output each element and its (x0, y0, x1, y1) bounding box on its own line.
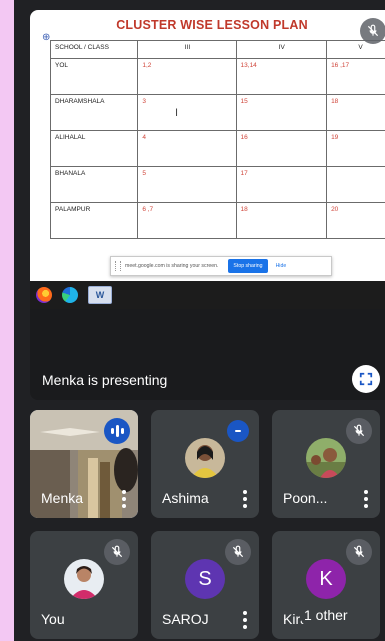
more-vert-icon[interactable] (122, 490, 126, 508)
lesson-cell: 6 ,7 (137, 202, 237, 239)
drag-grip-icon[interactable] (115, 261, 121, 271)
mic-off-icon (360, 18, 385, 44)
participant-tile-saroj[interactable]: S SAROJ (151, 531, 259, 639)
lesson-cell: 1,2 (137, 58, 237, 95)
more-vert-icon[interactable] (364, 490, 368, 508)
school-cell: DHARAMSHALA (49, 94, 139, 131)
participant-tile-menka[interactable]: Menka (30, 410, 138, 518)
text-cursor-icon: I (175, 107, 179, 119)
lesson-cell: 13,14 (235, 58, 328, 95)
lesson-cell: 5 (137, 166, 237, 203)
presenter-taskbar: W (30, 281, 385, 309)
lesson-cell: 18 (235, 202, 328, 239)
hide-button[interactable]: Hide (276, 263, 287, 269)
lesson-cell: 16 ,17 (326, 58, 385, 95)
lesson-cell: 20 (326, 202, 385, 239)
header-school-class: SCHOOL / CLASS (49, 40, 139, 59)
table-row: PALAMPUR 6 ,7 18 20 (49, 202, 385, 239)
participant-name: SAROJ (162, 611, 209, 627)
slide-title: CLUSTER WISE LESSON PLAN (116, 18, 308, 32)
other-participants-badge[interactable]: 1 other (300, 602, 354, 628)
presentation-tile[interactable]: CLUSTER WISE LESSON PLAN ⊕ SCHOOL / CLAS… (30, 10, 385, 400)
lesson-cell: 4 (137, 130, 237, 167)
participant-name: Ashima (162, 490, 209, 506)
school-cell: ALIHALAL (49, 130, 139, 167)
table-header-row: SCHOOL / CLASS III IV V (49, 40, 385, 59)
school-cell: PALAMPUR (49, 202, 139, 239)
lesson-plan-table: SCHOOL / CLASS III IV V YOL 1,2 13,14 16… (49, 40, 385, 239)
avatar (185, 438, 225, 478)
participant-name: Poon... (283, 490, 328, 506)
avatar: K (306, 559, 346, 599)
school-cell: BHANALA (49, 166, 139, 203)
header-class-iv: IV (235, 40, 328, 59)
more-vert-icon[interactable] (243, 490, 247, 508)
table-row: DHARAMSHALA 3 15 18 (49, 94, 385, 131)
speaking-indicator-icon (104, 418, 130, 444)
table-row: BHANALA 5 17 (49, 166, 385, 203)
presenting-label: Menka is presenting (42, 372, 168, 388)
word-icon: W (88, 286, 112, 304)
participant-tile-poon[interactable]: Poon... (272, 410, 380, 518)
table-row: ALIHALAL 4 16 19 (49, 130, 385, 167)
lesson-cell (326, 166, 385, 203)
mic-off-icon (104, 539, 130, 565)
table-row: YOL 1,2 13,14 16 ,17 (49, 58, 385, 95)
participant-name: You (41, 611, 65, 627)
screen-share-bar: meet.google.com is sharing your screen. … (110, 256, 332, 276)
lesson-cell: 3 (137, 94, 237, 131)
more-vert-icon[interactable] (243, 611, 247, 629)
firefox-icon (36, 287, 52, 303)
mic-off-icon (346, 418, 372, 444)
meet-window: CLUSTER WISE LESSON PLAN ⊕ SCHOOL / CLAS… (14, 0, 385, 641)
edge-icon (62, 287, 78, 303)
participant-tile-ashima[interactable]: Ashima (151, 410, 259, 518)
lesson-cell: 18 (326, 94, 385, 131)
avatar (64, 559, 104, 599)
avatar (306, 438, 346, 478)
lesson-cell: 15 (235, 94, 328, 131)
lesson-cell: 19 (326, 130, 385, 167)
share-message: meet.google.com is sharing your screen. (125, 263, 219, 269)
fullscreen-button[interactable] (352, 365, 380, 393)
speaking-indicator-icon (227, 420, 249, 442)
shared-slide: CLUSTER WISE LESSON PLAN ⊕ SCHOOL / CLAS… (30, 10, 385, 281)
mic-off-icon (225, 539, 251, 565)
header-class-iii: III (137, 40, 237, 59)
lesson-cell: 17 (235, 166, 328, 203)
school-cell: YOL (49, 58, 139, 95)
fullscreen-icon (359, 372, 373, 386)
participant-name: Menka (41, 490, 84, 506)
stop-sharing-button[interactable]: Stop sharing (228, 259, 268, 273)
avatar: S (185, 559, 225, 599)
mic-off-icon (346, 539, 372, 565)
participant-tile-you[interactable]: You (30, 531, 138, 639)
lesson-cell: 16 (235, 130, 328, 167)
